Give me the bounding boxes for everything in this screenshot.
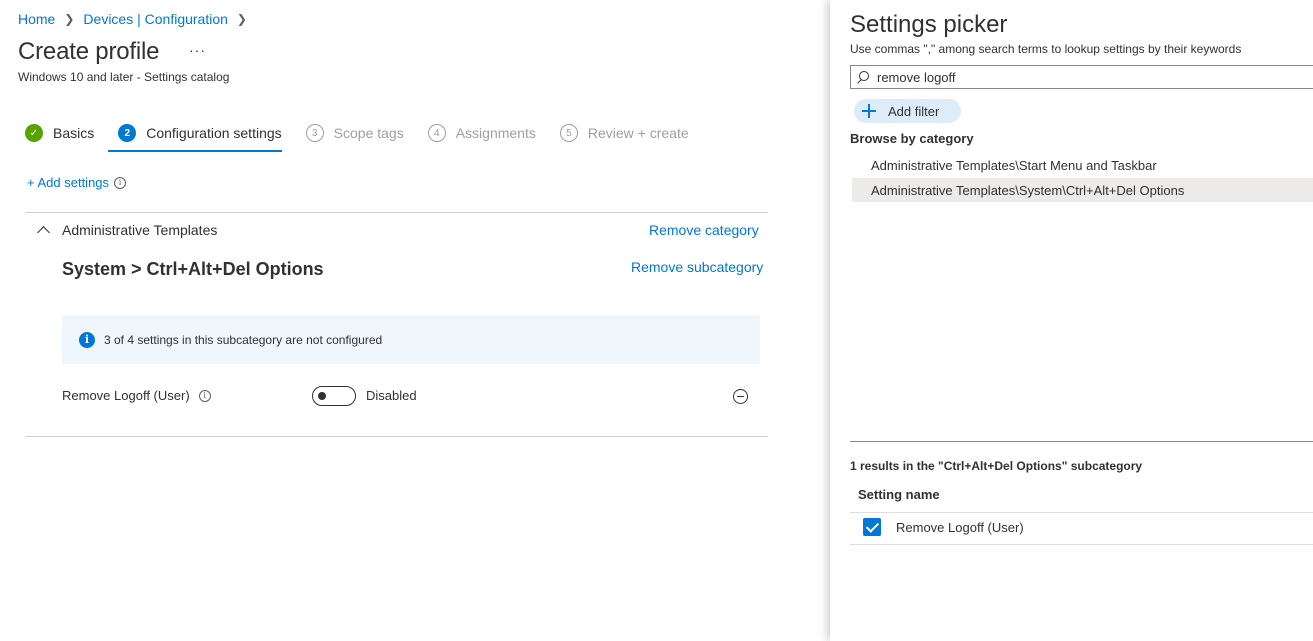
step-number: 4: [427, 124, 446, 142]
add-settings-label: + Add settings: [27, 175, 110, 190]
toggle-knob: [318, 392, 326, 400]
checkbox-checked[interactable]: [863, 518, 881, 536]
info-message-text: 3 of 4 settings in this subcategory are …: [104, 332, 383, 347]
setting-row: Remove Logoff (User) i Disabled: [62, 386, 762, 406]
add-filter-label: Add filter: [888, 103, 940, 119]
info-icon: i: [79, 331, 95, 348]
result-row[interactable]: Remove Logoff (User): [863, 518, 1024, 536]
step-label: Scope tags: [333, 125, 404, 141]
plus-icon: [862, 104, 876, 118]
breadcrumb: Home ❯ Devices | Configuration ❯: [18, 11, 256, 27]
remove-setting-icon[interactable]: [733, 389, 748, 404]
results-title: 1 results in the "Ctrl+Alt+Del Options" …: [850, 459, 1143, 473]
checkmark-icon: ✓: [25, 124, 43, 142]
step-label: Assignments: [455, 125, 536, 141]
category-header[interactable]: Administrative Templates: [36, 222, 218, 239]
row-divider: [850, 544, 1313, 545]
search-box[interactable]: [850, 65, 1313, 89]
page-title: Create profile: [18, 38, 160, 65]
breadcrumb-home-link[interactable]: Home: [18, 11, 55, 27]
category-list-item-selected[interactable]: Administrative Templates\System\Ctrl+Alt…: [852, 178, 1313, 202]
setting-label: Remove Logoff (User) i: [62, 388, 211, 403]
setting-name: Remove Logoff (User): [62, 388, 190, 403]
page-subtitle: Windows 10 and later - Settings catalog: [18, 70, 230, 84]
chevron-right-icon: ❯: [236, 12, 247, 26]
more-options-button[interactable]: ···: [189, 42, 206, 58]
settings-picker-panel: Settings picker Use commas "," among sea…: [830, 0, 1313, 641]
subcategory-title: System > Ctrl+Alt+Del Options: [62, 259, 324, 279]
search-icon: [857, 71, 869, 83]
info-icon[interactable]: i: [198, 389, 211, 402]
step-basics[interactable]: ✓ Basics: [25, 120, 94, 146]
step-label: Review + create: [587, 125, 689, 141]
info-icon[interactable]: i: [114, 176, 127, 189]
chevron-right-icon: ❯: [64, 12, 75, 26]
step-assignments[interactable]: 4 Assignments: [427, 120, 536, 146]
search-input[interactable]: [877, 69, 1277, 85]
panel-title: Settings picker: [850, 11, 1008, 38]
chevron-up-icon[interactable]: [37, 225, 50, 239]
wizard-steps: ✓ Basics 2 Configuration settings 3 Scop…: [25, 120, 713, 152]
setting-toggle[interactable]: [312, 386, 356, 406]
divider: [850, 441, 1313, 442]
column-header-setting-name[interactable]: Setting name: [858, 487, 940, 502]
category-list-item[interactable]: Administrative Templates\Start Menu and …: [852, 153, 1313, 177]
add-filter-button[interactable]: Add filter: [854, 99, 961, 123]
remove-category-link[interactable]: Remove category: [649, 222, 759, 238]
browse-category-title: Browse by category: [850, 131, 974, 146]
info-message-bar: i 3 of 4 settings in this subcategory ar…: [62, 315, 760, 364]
toggle-state-text: Disabled: [366, 388, 417, 403]
step-label: Basics: [53, 125, 95, 141]
panel-description: Use commas "," among search terms to loo…: [850, 42, 1242, 56]
breadcrumb-devices-link[interactable]: Devices | Configuration: [83, 11, 227, 27]
remove-subcategory-link[interactable]: Remove subcategory: [631, 259, 763, 275]
step-configuration-settings[interactable]: 2 Configuration settings: [108, 120, 283, 152]
step-review-create[interactable]: 5 Review + create: [559, 120, 689, 146]
step-number: 3: [305, 124, 324, 142]
divider: [25, 212, 768, 213]
step-scope-tags[interactable]: 3 Scope tags: [305, 120, 404, 146]
row-divider: [850, 512, 1313, 513]
main-content: Home ❯ Devices | Configuration ❯ Create …: [0, 0, 830, 641]
add-settings-link[interactable]: + Add settings i: [27, 175, 127, 190]
divider: [25, 436, 768, 437]
result-setting-name: Remove Logoff (User): [896, 519, 1024, 535]
step-number: 5: [559, 124, 578, 142]
step-number: 2: [118, 124, 137, 142]
category-name: Administrative Templates: [62, 222, 218, 238]
step-label: Configuration settings: [146, 125, 282, 141]
